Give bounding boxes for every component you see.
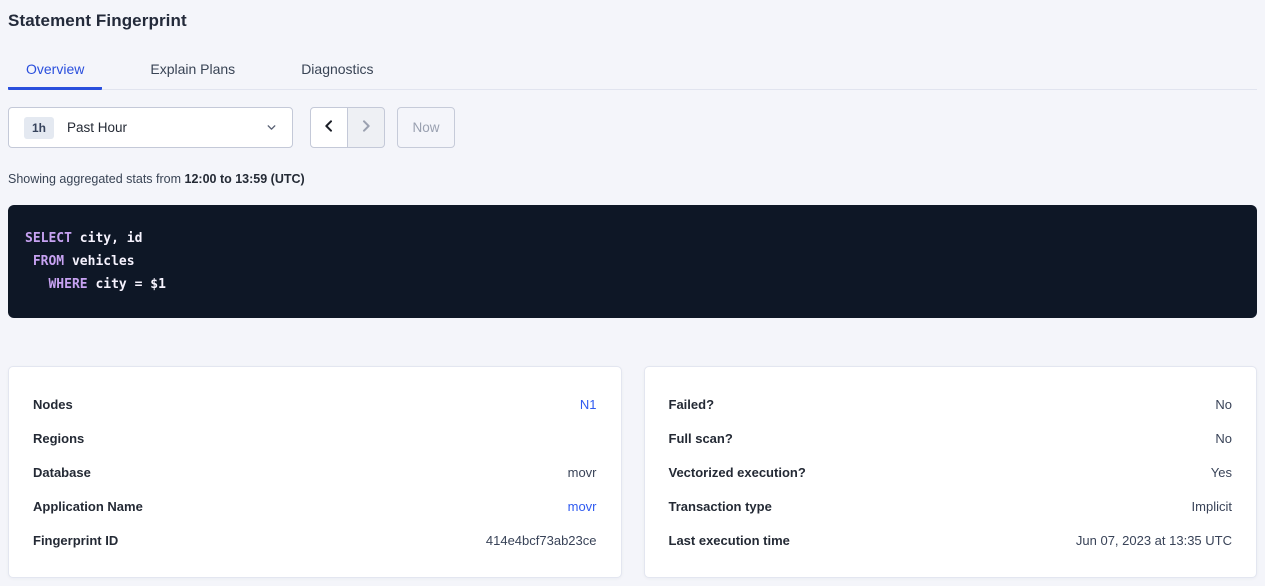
detail-label: Vectorized execution? <box>669 465 806 480</box>
sql-text <box>25 277 48 292</box>
detail-value: Jun 07, 2023 at 13:35 UTC <box>1076 533 1232 548</box>
detail-label: Application Name <box>33 499 143 514</box>
statement-details-card: NodesN1RegionsDatabasemovrApplication Na… <box>8 366 622 578</box>
detail-label: Last execution time <box>669 533 790 548</box>
detail-label: Regions <box>33 431 84 446</box>
detail-row: Nodes N1 <box>33 387 597 421</box>
sql-statement-box: SELECT city, id FROM vehicles WHERE city… <box>8 205 1257 318</box>
stats-time-range: 12:00 to 13:59 (UTC) <box>185 172 305 186</box>
detail-value: Implicit <box>1192 499 1232 514</box>
detail-label: Transaction type <box>669 499 772 514</box>
page-container: Statement Fingerprint Overview Explain Pl… <box>0 0 1265 578</box>
page-title: Statement Fingerprint <box>8 0 1257 31</box>
sql-text: vehicles <box>64 254 134 269</box>
sql-keyword: WHERE <box>48 277 87 292</box>
detail-row: Failed? No <box>669 387 1233 421</box>
detail-value-link[interactable]: N1 <box>580 397 597 412</box>
detail-value: No <box>1215 397 1232 412</box>
detail-value-link[interactable]: movr <box>568 499 597 514</box>
tab-overview[interactable]: Overview <box>8 54 102 90</box>
detail-row: Last execution time Jun 07, 2023 at 13:35… <box>669 523 1233 557</box>
details-cards: NodesN1RegionsDatabasemovrApplication Na… <box>8 366 1257 578</box>
detail-row: Regions <box>33 421 597 455</box>
interval-badge: 1h <box>24 117 54 139</box>
time-interval-dropdown[interactable]: 1h Past Hour <box>8 107 293 148</box>
chevron-right-icon <box>358 118 374 137</box>
execution-attributes-card: Failed? No Full scan? No Vectorized executio… <box>644 366 1258 578</box>
detail-value: movr <box>568 465 597 480</box>
detail-row: Transaction type Implicit <box>669 489 1233 523</box>
detail-label: Fingerprint ID <box>33 533 118 548</box>
detail-row: Database movr <box>33 455 597 489</box>
detail-value: No <box>1215 431 1232 446</box>
sql-keyword: FROM <box>33 254 64 269</box>
detail-row: Fingerprint ID 414e4bcf73ab23ce <box>33 523 597 557</box>
tab-diagnostics[interactable]: Diagnostics <box>283 54 391 90</box>
detail-label: Nodes <box>33 397 73 412</box>
detail-row: Vectorized execution? Yes <box>669 455 1233 489</box>
detail-value: Yes <box>1211 465 1232 480</box>
detail-label: Failed? <box>669 397 715 412</box>
sql-text <box>25 254 33 269</box>
sql-text: city, id <box>72 231 142 246</box>
next-time-range-button[interactable] <box>347 107 385 148</box>
chevron-down-icon <box>265 121 278 134</box>
sql-keyword: SELECT <box>25 231 72 246</box>
sql-line: FROM vehicles <box>25 250 1240 273</box>
sql-line: WHERE city = $1 <box>25 273 1240 296</box>
detail-row: Full scan? No <box>669 421 1233 455</box>
detail-row: Application Name movr <box>33 489 597 523</box>
sql-text: city = $1 <box>88 277 166 292</box>
previous-time-range-button[interactable] <box>310 107 348 148</box>
detail-label: Full scan? <box>669 431 733 446</box>
tab-bar: Overview Explain Plans Diagnostics <box>8 54 1257 90</box>
time-toolbar: 1h Past Hour Now <box>8 107 1257 148</box>
chevron-left-icon <box>321 118 337 137</box>
aggregated-stats-line: Showing aggregated stats from 12:00 to 1… <box>8 172 1257 186</box>
detail-label: Database <box>33 465 91 480</box>
tab-explain-plans[interactable]: Explain Plans <box>132 54 253 90</box>
sql-line: SELECT city, id <box>25 227 1240 250</box>
interval-label: Past Hour <box>67 120 265 135</box>
now-button[interactable]: Now <box>397 107 455 148</box>
time-range-arrows <box>310 107 385 148</box>
detail-value: 414e4bcf73ab23ce <box>486 533 597 548</box>
stats-prefix: Showing aggregated stats from <box>8 172 185 186</box>
